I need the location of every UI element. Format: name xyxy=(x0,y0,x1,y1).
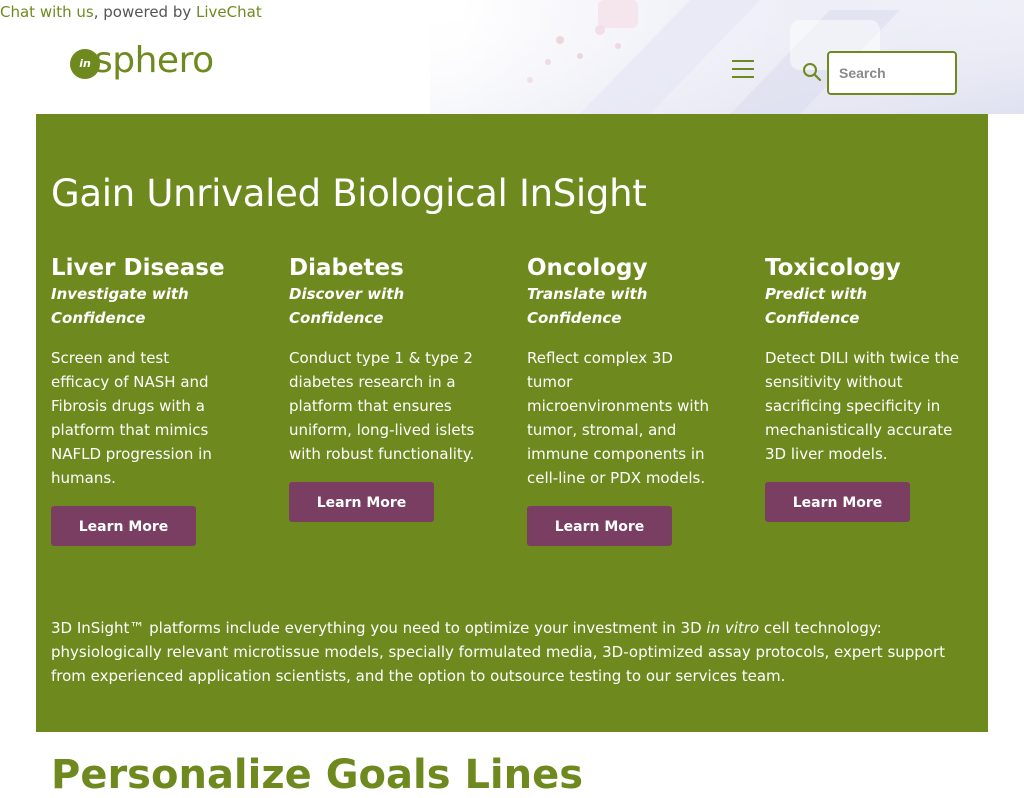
column-diabetes: Diabetes Discover with Confidence Conduc… xyxy=(289,254,489,466)
insphero-logo[interactable]: in sphero xyxy=(70,40,220,96)
learn-more-oncology-button[interactable]: Learn More xyxy=(527,506,672,546)
insight-section: Gain Unrivaled Biological InSight Liver … xyxy=(36,114,988,732)
learn-more-toxicology-button[interactable]: Learn More xyxy=(765,482,910,522)
column-toxicology: Toxicology Predict with Confidence Detec… xyxy=(765,254,965,466)
column-subtitle: Predict with Confidence xyxy=(765,285,868,327)
column-heading: Toxicology xyxy=(765,255,901,281)
chat-link[interactable]: Chat with us xyxy=(0,3,94,21)
column-body: Screen and test efficacy of NASH and Fib… xyxy=(51,349,212,487)
description-emphasis: in vitro xyxy=(706,619,760,637)
column-heading: Oncology xyxy=(527,255,648,281)
logo-wordmark: sphero xyxy=(94,40,214,81)
hamburger-icon[interactable] xyxy=(732,60,754,78)
column-body: Detect DILI with twice the sensitivity w… xyxy=(765,349,960,463)
description-text: 3D InSight™ platforms include everything… xyxy=(51,619,707,637)
column-subtitle: Investigate with Confidence xyxy=(51,285,189,327)
learn-more-liver-button[interactable]: Learn More xyxy=(51,506,196,546)
search-input[interactable] xyxy=(827,51,957,95)
next-section-heading: Personalize Goals Lines xyxy=(51,752,584,798)
platform-description: 3D InSight™ platforms include everything… xyxy=(51,616,971,688)
column-subtitle: Discover with Confidence xyxy=(289,285,405,327)
livechat-link[interactable]: LiveChat xyxy=(196,3,262,21)
chat-bar: Chat with us, powered by LiveChat xyxy=(0,0,1024,24)
chat-powered-text: , powered by xyxy=(93,3,197,21)
column-body: Conduct type 1 & type 2 diabetes researc… xyxy=(289,349,475,463)
column-heading: Diabetes xyxy=(289,255,404,281)
learn-more-diabetes-button[interactable]: Learn More xyxy=(289,482,434,522)
column-liver-disease: Liver Disease Investigate with Confidenc… xyxy=(51,254,251,490)
search-icon[interactable] xyxy=(802,62,822,82)
column-body: Reflect complex 3D tumor microenvironmen… xyxy=(527,349,709,487)
section-title: Gain Unrivaled Biological InSight xyxy=(51,172,647,215)
column-oncology: Oncology Translate with Confidence Refle… xyxy=(527,254,727,490)
column-heading: Liver Disease xyxy=(51,255,225,281)
column-subtitle: Translate with Confidence xyxy=(527,285,648,327)
